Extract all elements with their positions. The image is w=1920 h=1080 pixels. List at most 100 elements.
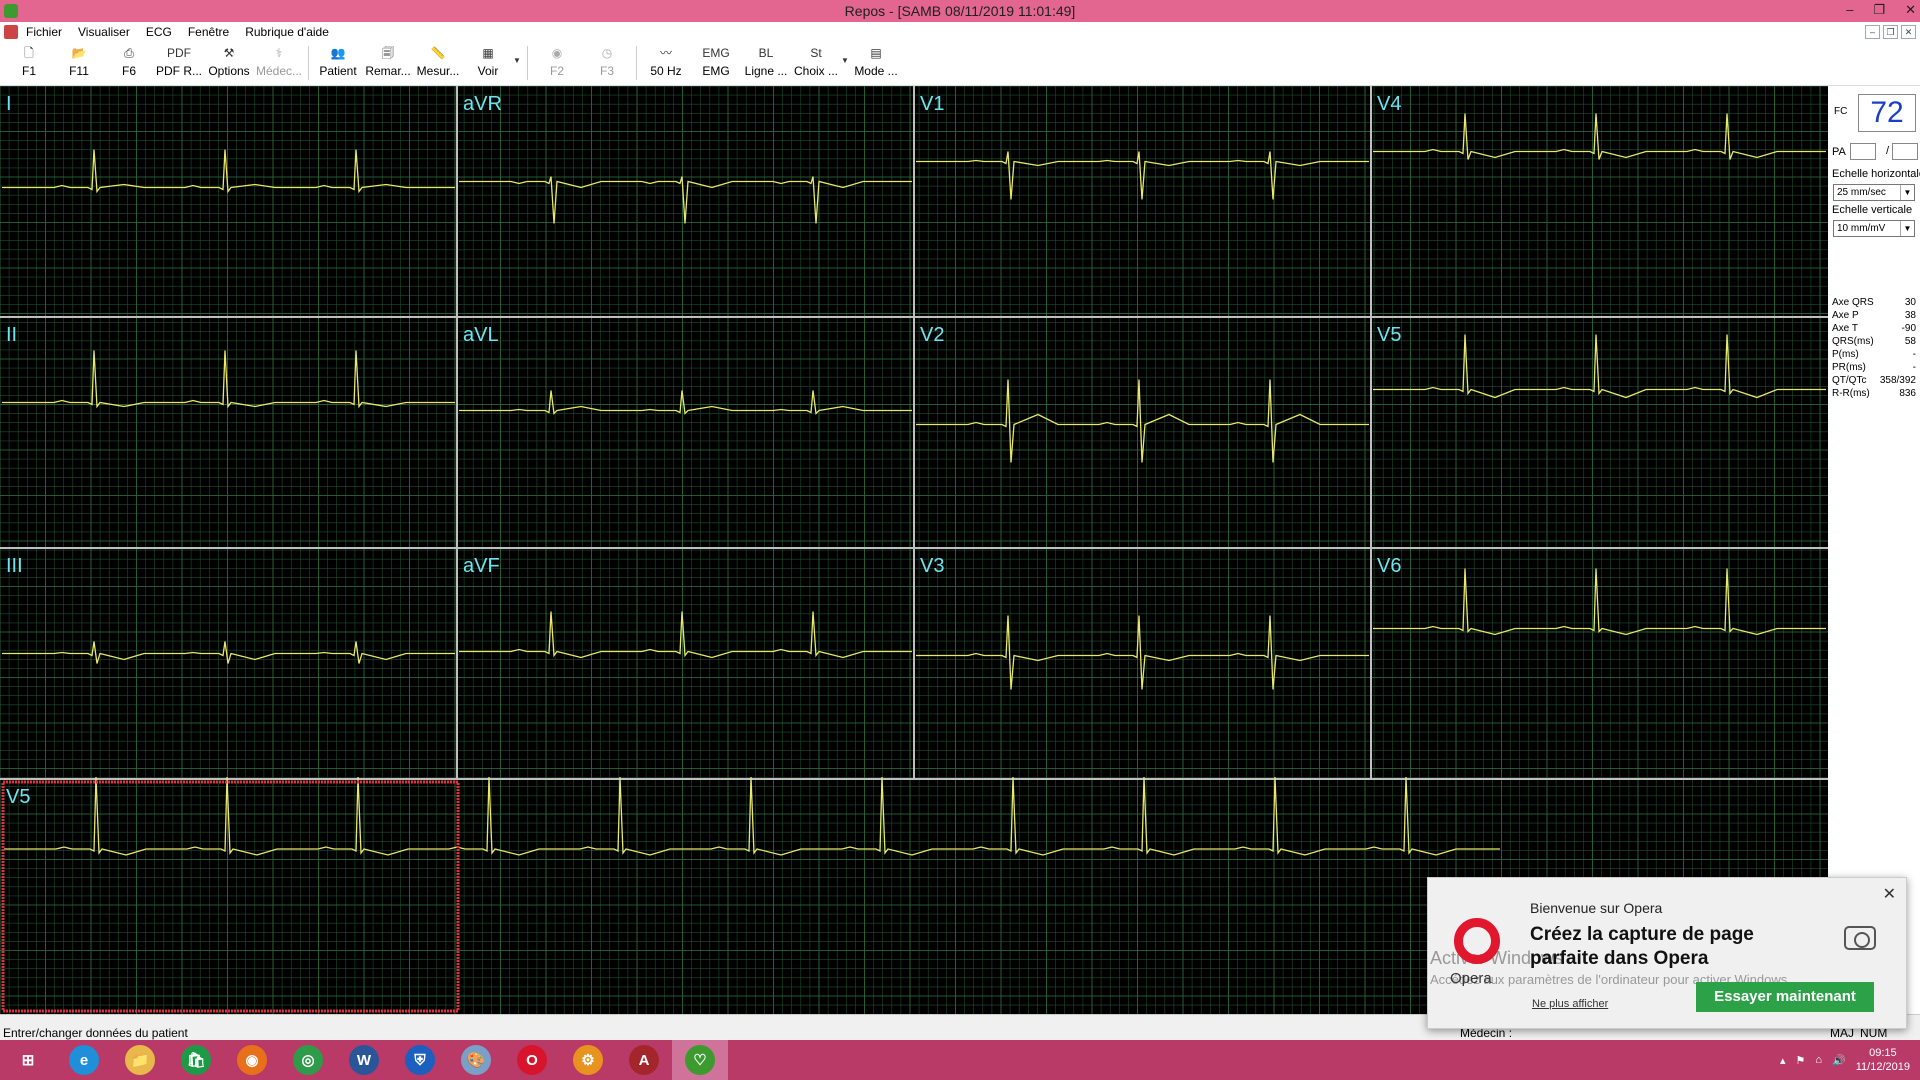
clock[interactable]: 09:15 11/12/2019 — [1856, 1046, 1910, 1074]
taskbar-item[interactable]: O — [504, 1040, 560, 1080]
menu-fichier[interactable]: Fichier — [18, 25, 70, 39]
document-icon[interactable] — [4, 25, 18, 39]
tray-chevron-icon[interactable]: ▴ — [1780, 1054, 1786, 1067]
lead-trace-III — [2, 641, 455, 664]
taskbar-item[interactable]: 🎨 — [448, 1040, 504, 1080]
toolbar-button-6[interactable]: 👥 Patient — [313, 42, 363, 84]
ruler-icon: 📏 — [430, 46, 446, 60]
toolbar-label: EMG — [702, 64, 730, 78]
taskbar-item[interactable]: 🛍 — [168, 1040, 224, 1080]
toolbar-label: F6 — [121, 64, 136, 78]
taskbar-item[interactable]: ♡ — [672, 1040, 728, 1080]
try-now-button[interactable]: Essayer maintenant — [1696, 982, 1874, 1012]
toolbar-button-13[interactable]: EMG EMG — [691, 42, 741, 84]
ecg-canvas[interactable]: IaVR V1 V4 II aVL V2 V5 III aVF V3 V6 V5 — [0, 86, 1828, 1014]
rhythm-trace — [4, 776, 1500, 856]
patient-icon: 👥 — [330, 46, 346, 60]
minimize-button[interactable]: – — [1846, 0, 1853, 20]
measurement-row: Axe T -90 — [1832, 322, 1916, 335]
taskbar-item[interactable]: 📁 — [112, 1040, 168, 1080]
menu-bar: Fichier Visualiser ECG Fenêtre Rubrique … — [0, 22, 1920, 42]
window-title: Repos - [SAMB 08/11/2019 11:01:49] — [844, 3, 1076, 19]
toolbar-label: Remar... — [365, 64, 411, 78]
toolbar-button-12[interactable]: 〰 50 Hz — [641, 42, 691, 84]
taskbar-apps: ⊞ e 📁 🛍 ◉ ◎ W ⛨ 🎨 O ⚙ A ♡ — [0, 1040, 728, 1080]
toolbar-label: 50 Hz — [650, 64, 682, 78]
toolbar-button-11[interactable]: ◷ F3 — [582, 42, 632, 84]
lead-trace-V5 — [1373, 334, 1826, 399]
pa-diastolic-input[interactable] — [1892, 143, 1918, 160]
pdf-icon: PDF — [167, 46, 191, 60]
toolbar-button-1[interactable]: 📂 F11 — [54, 42, 104, 84]
measurement-row: R-R(ms) 836 — [1832, 387, 1916, 400]
volume-icon[interactable]: 🔊 — [1832, 1054, 1846, 1067]
close-icon[interactable]: ✕ — [1883, 884, 1896, 904]
panel-separators — [0, 86, 1828, 780]
taskbar-item[interactable]: ◉ — [224, 1040, 280, 1080]
network-icon[interactable]: ⌂ — [1815, 1054, 1822, 1066]
dropdown-arrow-icon[interactable]: ▼ — [841, 42, 851, 65]
restore-button[interactable]: ❐ — [1873, 0, 1885, 20]
ecg-display[interactable]: IaVR V1 V4 II aVL V2 V5 III aVF V3 V6 V5 — [0, 86, 1828, 1014]
selected-lead-frame[interactable] — [1, 780, 460, 1013]
toolbar-button-3[interactable]: PDF PDF R... — [154, 42, 204, 84]
mdi-minimize-button[interactable]: – — [1865, 25, 1880, 39]
opera-notification: Activer Windows Accédez aux paramètres d… — [1427, 877, 1907, 1029]
dropdown-arrow-icon[interactable]: ▼ — [513, 42, 523, 65]
access-icon: A — [629, 1045, 659, 1075]
toolbar-button-14[interactable]: BL Ligne ... — [741, 42, 791, 84]
toolbar-button-16[interactable]: ▤ Mode ... — [851, 42, 901, 84]
menu-aide[interactable]: Rubrique d'aide — [237, 25, 337, 39]
toolbar-label: PDF R... — [155, 64, 202, 78]
mdi-restore-button[interactable]: ❐ — [1883, 25, 1898, 39]
menu-fenetre[interactable]: Fenêtre — [180, 25, 237, 39]
pa-systolic-input[interactable] — [1850, 143, 1876, 160]
mode-icon: ▤ — [870, 46, 882, 60]
never-show-link[interactable]: Ne plus afficher — [1532, 998, 1608, 1010]
chrome-icon: ◎ — [293, 1045, 323, 1075]
horizontal-scale-select[interactable]: 25 mm/sec ▼ — [1833, 184, 1915, 201]
toolbar-label: F3 — [599, 64, 614, 78]
taskbar-item[interactable]: ⊞ — [0, 1040, 56, 1080]
toolbar: 🗋 F1 📂 F11 ⎙ F6 PDF PDF R... ⚒ Options ⚕ Médec... 👥 P… — [0, 42, 1920, 86]
flag-icon[interactable]: ⚑ — [1796, 1054, 1806, 1067]
rhythm-lead-label: V5 — [6, 786, 30, 808]
toolbar-button-7[interactable]: 🗐 Remar... — [363, 42, 413, 84]
measurement-value: -90 — [1901, 323, 1916, 334]
clock-date: 11/12/2019 — [1855, 1061, 1910, 1073]
camera-icon — [1844, 926, 1876, 950]
toolbar-label: F11 — [69, 64, 89, 78]
taskbar-item[interactable]: ◎ — [280, 1040, 336, 1080]
toolbar-button-10[interactable]: ◉ F2 — [532, 42, 582, 84]
taskbar-item[interactable]: W — [336, 1040, 392, 1080]
baseline-icon: BL — [758, 46, 774, 60]
vertical-scale-select[interactable]: 10 mm/mV ▼ — [1833, 220, 1915, 237]
mdi-close-button[interactable]: ✕ — [1901, 25, 1916, 39]
taskbar-item[interactable]: e — [56, 1040, 112, 1080]
toolbar-label: Mesur... — [416, 64, 460, 78]
lead-trace-aVL — [459, 390, 912, 415]
measurement-value: 30 — [1904, 297, 1916, 308]
lead-trace-V6 — [1373, 568, 1826, 636]
clock-time: 09:15 — [1869, 1047, 1897, 1059]
close-button[interactable]: ✕ — [1905, 0, 1916, 20]
taskbar-item[interactable]: ⚙ — [560, 1040, 616, 1080]
toolbar-button-15[interactable]: St Choix ... — [791, 42, 841, 84]
lead-label-V6: V6 — [1377, 555, 1401, 577]
toolbar-button-8[interactable]: 📏 Mesur... — [413, 42, 463, 84]
menu-ecg[interactable]: ECG — [138, 25, 180, 39]
toolbar-button-5[interactable]: ⚕ Médec... — [254, 42, 304, 84]
toolbar-button-0[interactable]: 🗋 F1 — [4, 42, 54, 84]
lead-label-V2: V2 — [920, 324, 944, 346]
toolbar-button-4[interactable]: ⚒ Options — [204, 42, 254, 84]
taskbar-item[interactable]: A — [616, 1040, 672, 1080]
lead-label-aVR: aVR — [463, 93, 502, 115]
taskbar-item[interactable]: ⛨ — [392, 1040, 448, 1080]
toolbar-button-9[interactable]: ▦ Voir — [463, 42, 513, 84]
grid-view-icon: ▦ — [482, 46, 494, 60]
toolbar-button-2[interactable]: ⎙ F6 — [104, 42, 154, 84]
system-tray: ▴ ⚑ ⌂ 🔊 09:15 11/12/2019 — [1780, 1040, 1910, 1080]
menu-visualiser[interactable]: Visualiser — [70, 25, 138, 39]
measurement-panel: FC 72 PA / Echelle horizontale 25 mm/sec… — [1828, 86, 1920, 1014]
measurement-row: Axe QRS 30 — [1832, 296, 1916, 309]
